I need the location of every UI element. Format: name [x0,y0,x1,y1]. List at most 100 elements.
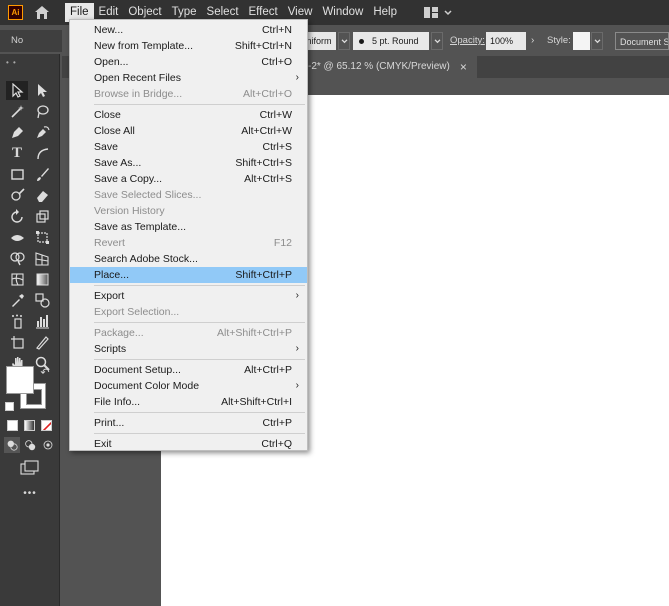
slice-tool-icon[interactable] [31,333,53,352]
menu-item-print[interactable]: Print... Ctrl+P [70,415,307,431]
chevron-down-icon [434,38,440,43]
swap-colors-icon[interactable]: ↶ [38,365,52,379]
width-tool-icon[interactable] [6,228,28,247]
menu-item-document-setup[interactable]: Document Setup... Alt+Ctrl+P [70,362,307,378]
submenu-arrow-icon: › [295,72,299,83]
menu-item-open[interactable]: Open... Ctrl+O [70,54,307,70]
close-icon[interactable]: × [460,56,467,78]
menu-item-label: Place... [94,269,130,281]
menu-help[interactable]: Help [368,3,402,22]
document-tab[interactable]: -2* @ 65.12 % (CMYK/Preview) × [298,56,477,78]
menu-item-label: Save as Template... [94,221,187,233]
rectangle-tool-icon[interactable] [6,165,28,184]
style-dropdown[interactable] [591,32,603,50]
workspace-switcher[interactable] [424,7,452,18]
scale-tool-icon[interactable] [31,207,53,226]
menu-item-new[interactable]: New... Ctrl+N [70,22,307,38]
chevron-down-icon [594,38,600,43]
brush-dot-icon [359,39,364,45]
menu-item-document-color-mode[interactable]: Document Color Mode › [70,378,307,394]
menu-item-label: Print... [94,417,125,429]
more-tools-icon[interactable]: ••• [18,484,42,503]
menu-item-label: File Info... [94,396,141,408]
menu-item-label: Revert [94,237,125,249]
menu-item-shortcut: Alt+Ctrl+P [244,364,292,376]
menu-item-scripts[interactable]: Scripts › [70,341,307,357]
home-icon[interactable] [27,0,57,25]
menu-item-shortcut: Ctrl+P [262,417,292,429]
menu-item-save-a-copy[interactable]: Save a Copy... Alt+Ctrl+S [70,171,307,187]
menu-item-close-all[interactable]: Close All Alt+Ctrl+W [70,123,307,139]
style-swatch[interactable] [573,32,590,50]
gradient-tool-icon[interactable] [31,270,53,289]
draw-normal-icon[interactable] [4,437,20,453]
color-mode-icon[interactable] [7,420,18,431]
menu-item-save-as[interactable]: Save As... Shift+Ctrl+S [70,155,307,171]
menu-item-shortcut: Alt+Ctrl+O [242,88,292,100]
menu-separator [94,359,305,360]
menu-item-save[interactable]: Save Ctrl+S [70,139,307,155]
document-setup-button[interactable]: Document Setup [615,32,669,50]
stroke-profile-dropdown[interactable] [338,32,350,50]
draw-inside-icon[interactable] [40,437,56,453]
blend-tool-icon[interactable] [31,291,53,310]
gradient-mode-icon[interactable] [24,420,35,431]
menu-item-label: Open... [94,56,129,68]
menu-window[interactable]: Window [317,3,368,22]
menu-item-place[interactable]: Place... Shift+Ctrl+P [70,267,307,283]
brush-field[interactable]: 5 pt. Round [353,32,429,50]
none-mode-icon[interactable] [41,420,52,431]
direct-selection-tool-icon[interactable] [31,81,53,100]
selection-status: No Selection [0,30,62,68]
menu-item-label: Scripts [94,343,127,355]
menu-item-new-from-template[interactable]: New from Template... Shift+Ctrl+N [70,38,307,54]
opacity-arrow-icon[interactable]: › [531,30,534,52]
pen-tool-icon[interactable] [6,123,28,142]
fill-color-swatch[interactable] [6,366,34,394]
panel-grip-icon[interactable]: • • [6,58,17,67]
menu-item-search-adobe-stock[interactable]: Search Adobe Stock... [70,251,307,267]
shaper-tool-icon[interactable] [6,186,28,205]
screen-mode-icon[interactable] [18,458,42,477]
magic-wand-tool-icon[interactable] [6,102,28,121]
artboard-tool-icon[interactable] [6,333,28,352]
type-tool-icon[interactable]: T [6,144,28,163]
free-transform-tool-icon[interactable] [31,228,53,247]
menu-separator [94,322,305,323]
lasso-tool-icon[interactable] [31,102,53,121]
opacity-label[interactable]: Opacity: [450,30,485,52]
illustrator-logo: Ai [8,5,23,20]
menu-item-close[interactable]: Close Ctrl+W [70,107,307,123]
menu-item-label: Close [94,109,121,121]
eyedropper-tool-icon[interactable] [6,291,28,310]
draw-behind-icon[interactable] [22,437,38,453]
menu-item-export[interactable]: Export › [70,288,307,304]
menu-item-shortcut: Ctrl+O [261,56,292,68]
menu-item-label: Open Recent Files [94,72,181,84]
menu-item-file-info[interactable]: File Info... Alt+Shift+Ctrl+I [70,394,307,410]
style-label: Style: [547,35,571,46]
menu-item-exit[interactable]: Exit Ctrl+Q [70,436,307,452]
line-segment-tool-icon[interactable] [31,144,53,163]
menu-item-label: Close All [94,125,135,137]
opacity-input[interactable]: 100% [486,32,526,50]
menu-separator [94,412,305,413]
symbol-sprayer-tool-icon[interactable] [6,312,28,331]
menu-item-shortcut: Ctrl+Q [261,438,292,450]
shape-builder-tool-icon[interactable] [6,249,28,268]
perspective-grid-tool-icon[interactable] [31,249,53,268]
menu-item-shortcut: Ctrl+W [259,109,292,121]
rotate-tool-icon[interactable] [6,207,28,226]
menu-item-export-selection: Export Selection... [70,304,307,320]
paintbrush-tool-icon[interactable] [31,165,53,184]
brush-dropdown[interactable] [431,32,443,50]
column-graph-tool-icon[interactable] [31,312,53,331]
curvature-tool-icon[interactable] [31,123,53,142]
default-colors-icon[interactable] [5,402,14,411]
menu-item-label: Package... [94,327,144,339]
eraser-tool-icon[interactable] [31,186,53,205]
menu-item-open-recent-files[interactable]: Open Recent Files › [70,70,307,86]
menu-item-save-as-template[interactable]: Save as Template... [70,219,307,235]
selection-tool-icon[interactable] [6,81,28,100]
mesh-tool-icon[interactable] [6,270,28,289]
